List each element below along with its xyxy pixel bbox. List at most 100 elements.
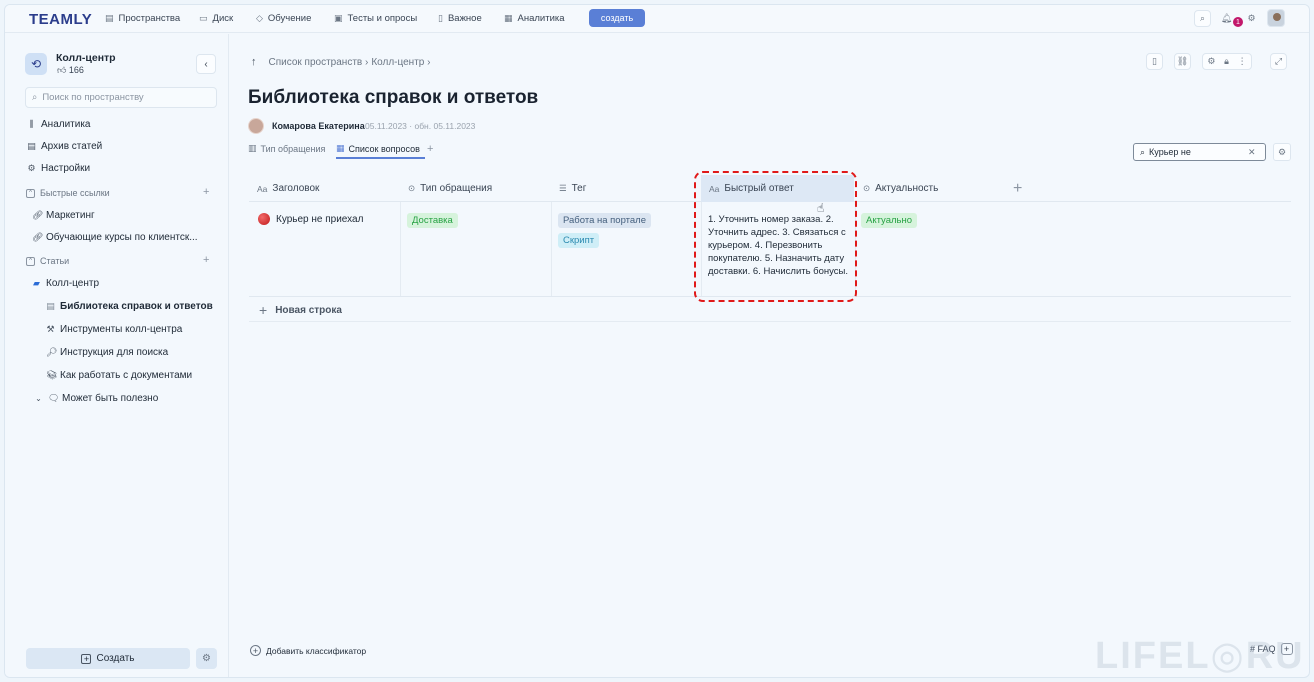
quick-links-header[interactable]: ^ Быстрые ссылки (26, 188, 110, 198)
link-icon: 🔗︎ (32, 232, 44, 242)
column-label: Тег (571, 183, 587, 194)
magnifier-icon: 🔎︎ (46, 347, 58, 357)
tree-item-label: Инструкция для поиска (60, 347, 169, 358)
gear-icon[interactable]: ⚙ (1243, 10, 1260, 27)
clear-icon[interactable]: ✕ (1248, 147, 1256, 158)
tree-item-search-guide[interactable]: 🔎︎ Инструкция для поиска (46, 347, 168, 358)
nav-disk[interactable]: ▭ Диск (199, 13, 233, 24)
add-column-icon[interactable]: + (1005, 175, 1035, 202)
row-status-cell[interactable]: Актуально (861, 213, 918, 228)
breadcrumb-label: Список пространств (268, 56, 363, 68)
row-title-cell[interactable]: Курьер не приехал (258, 213, 363, 225)
bookmark-icon[interactable]: ▯ (1146, 53, 1163, 70)
column-header-type[interactable]: ⊙ Тип обращения (400, 175, 550, 202)
sidebar-search[interactable]: ⌕ (25, 87, 217, 108)
nav-important-label: Важное (447, 13, 482, 24)
sidebar-create-button[interactable]: + Создать (26, 648, 190, 669)
type-tag: Доставка (407, 213, 458, 228)
tree-item-label: Библиотека справок и ответов (60, 301, 213, 312)
tree-item-useful[interactable]: ⌄ 🗨︎ Может быть полезно (34, 393, 158, 404)
sidebar-item-archive[interactable]: ▤ Архив статей (27, 141, 102, 152)
highlight-annotation (694, 171, 857, 302)
lock-icon[interactable]: 🔒︎ (1224, 56, 1229, 67)
space-name[interactable]: Колл-центр (56, 52, 116, 64)
page-title: Библиотека справок и ответов (248, 87, 539, 108)
nav-important[interactable]: ▯ Важное (438, 13, 482, 24)
author-avatar[interactable] (248, 118, 264, 134)
sidebar-search-input[interactable] (42, 92, 203, 103)
quick-link-item[interactable]: 🔗︎ Маркетинг (32, 210, 95, 221)
add-article-icon[interactable]: + (203, 254, 209, 266)
table-search[interactable]: ⌕ ✕ (1133, 143, 1266, 161)
expand-icon[interactable]: ⤢ (1270, 53, 1287, 70)
quick-link-label: Обучающие курсы по клиентск... (46, 232, 198, 243)
folder-icon: ▰ (33, 278, 40, 288)
search-icon[interactable]: ⌕ (1194, 10, 1211, 27)
watermark: LIFEL◎RU (1095, 635, 1305, 677)
chevron-down-icon: ⌄ (35, 394, 42, 403)
spaces-icon: ▤ (105, 13, 114, 23)
status-tag: Актуально (861, 213, 918, 228)
bell-icon[interactable]: 🔔︎ (1218, 10, 1235, 27)
arrow-up-icon[interactable]: ↑ (251, 56, 257, 68)
nav-tests[interactable]: ▣ Тесты и опросы (334, 13, 417, 24)
breadcrumb: ↑ Список пространств › Колл-центр › (251, 56, 430, 68)
articles-header[interactable]: ^ Статьи (26, 256, 69, 266)
collapse-sidebar-button[interactable]: ‹ (196, 54, 216, 74)
tree-item-documents[interactable]: 📚︎ Как работать с документами (46, 370, 192, 381)
sidebar-item-settings[interactable]: ⚙ Настройки (27, 163, 90, 174)
gear-icon: ⚙ (27, 163, 36, 173)
tree-item-label: Может быть полезно (62, 393, 159, 404)
nav-analytics[interactable]: ▦ Аналитика (504, 13, 565, 24)
sidebar-settings-button[interactable]: ⚙ (196, 648, 217, 669)
tree-item-call-center[interactable]: ▰ Колл-центр (32, 278, 99, 289)
add-classifier-button[interactable]: + Добавить классификатор (250, 645, 366, 656)
nav-learning[interactable]: ◇ Обучение (256, 13, 311, 24)
table-settings-button[interactable]: ⚙ (1273, 143, 1291, 161)
page-dates: 05.11.2023 · обн. 05.11.2023 (365, 121, 476, 131)
tree-item-tools[interactable]: ⚒ Инструменты колл-центра (46, 324, 182, 335)
table-icon: ▦ (336, 143, 345, 153)
column-header-title[interactable]: Aa Заголовок (249, 175, 399, 202)
gear-icon[interactable]: ⚙ (1207, 56, 1215, 67)
new-row-label: Новая строка (275, 304, 342, 316)
app-logo[interactable]: TEAMLY (29, 11, 92, 28)
column-label: Тип обращения (420, 183, 493, 194)
quick-link-item[interactable]: 🔗︎ Обучающие курсы по клиентск... (32, 232, 198, 243)
collapse-box-icon: ^ (26, 188, 35, 198)
row-tags-cell[interactable]: Работа на портале Скрипт (558, 213, 652, 248)
nav-spaces-label: Пространства (118, 13, 181, 24)
nav-learning-label: Обучение (267, 13, 312, 24)
nav-spaces[interactable]: ▤ Пространства (105, 13, 180, 24)
tests-icon: ▣ (334, 13, 343, 23)
document-icon: ▤ (46, 301, 55, 311)
articles-label: Статьи (40, 256, 70, 266)
new-row-button[interactable]: + Новая строка (259, 302, 342, 318)
create-button-top[interactable]: создать (589, 9, 645, 27)
user-avatar[interactable] (1267, 9, 1285, 27)
table-search-input[interactable] (1149, 147, 1245, 157)
more-icon[interactable]: ⋮ (1238, 56, 1247, 67)
tree-item-library[interactable]: ▤ Библиотека справок и ответов (46, 301, 213, 312)
breadcrumb-item[interactable]: Список пространств › (269, 57, 369, 68)
tab-label: Тип обращения (260, 143, 326, 154)
add-classifier-label: Добавить классификатор (266, 645, 367, 656)
board-icon: ▥ (248, 143, 257, 153)
add-quick-link-icon[interactable]: + (203, 186, 209, 198)
breadcrumb-item[interactable]: Колл-центр › (371, 57, 430, 68)
plus-box-icon: + (81, 653, 92, 664)
tree-item-label: Колл-центр (46, 278, 100, 289)
link-icon[interactable]: ⛓ (1174, 53, 1191, 70)
author-name[interactable]: Комарова Екатерина (272, 121, 365, 131)
active-tab-indicator (336, 157, 425, 159)
row-type-cell[interactable]: Доставка (407, 213, 458, 228)
tab-request-type[interactable]: ▥ Тип обращения (248, 143, 325, 154)
column-label: Актуальность (875, 183, 939, 194)
add-tab-icon[interactable]: + (427, 143, 433, 155)
top-navigation: TEAMLY ▤ Пространства ▭ Диск ◇ Обучение … (5, 5, 1309, 33)
sidebar: ⟲ Колл-центр 👍︎ 166 ‹ ⌕ ⫼ Аналитика ▤ Ар… (5, 34, 229, 677)
column-header-relevance[interactable]: ⊙ Актуальность (855, 175, 1005, 202)
sidebar-item-analytics[interactable]: ⫼ Аналитика (27, 119, 90, 130)
tab-questions-list[interactable]: ▦ Список вопросов (336, 143, 420, 154)
column-header-tag[interactable]: ☰ Тег (551, 175, 701, 202)
